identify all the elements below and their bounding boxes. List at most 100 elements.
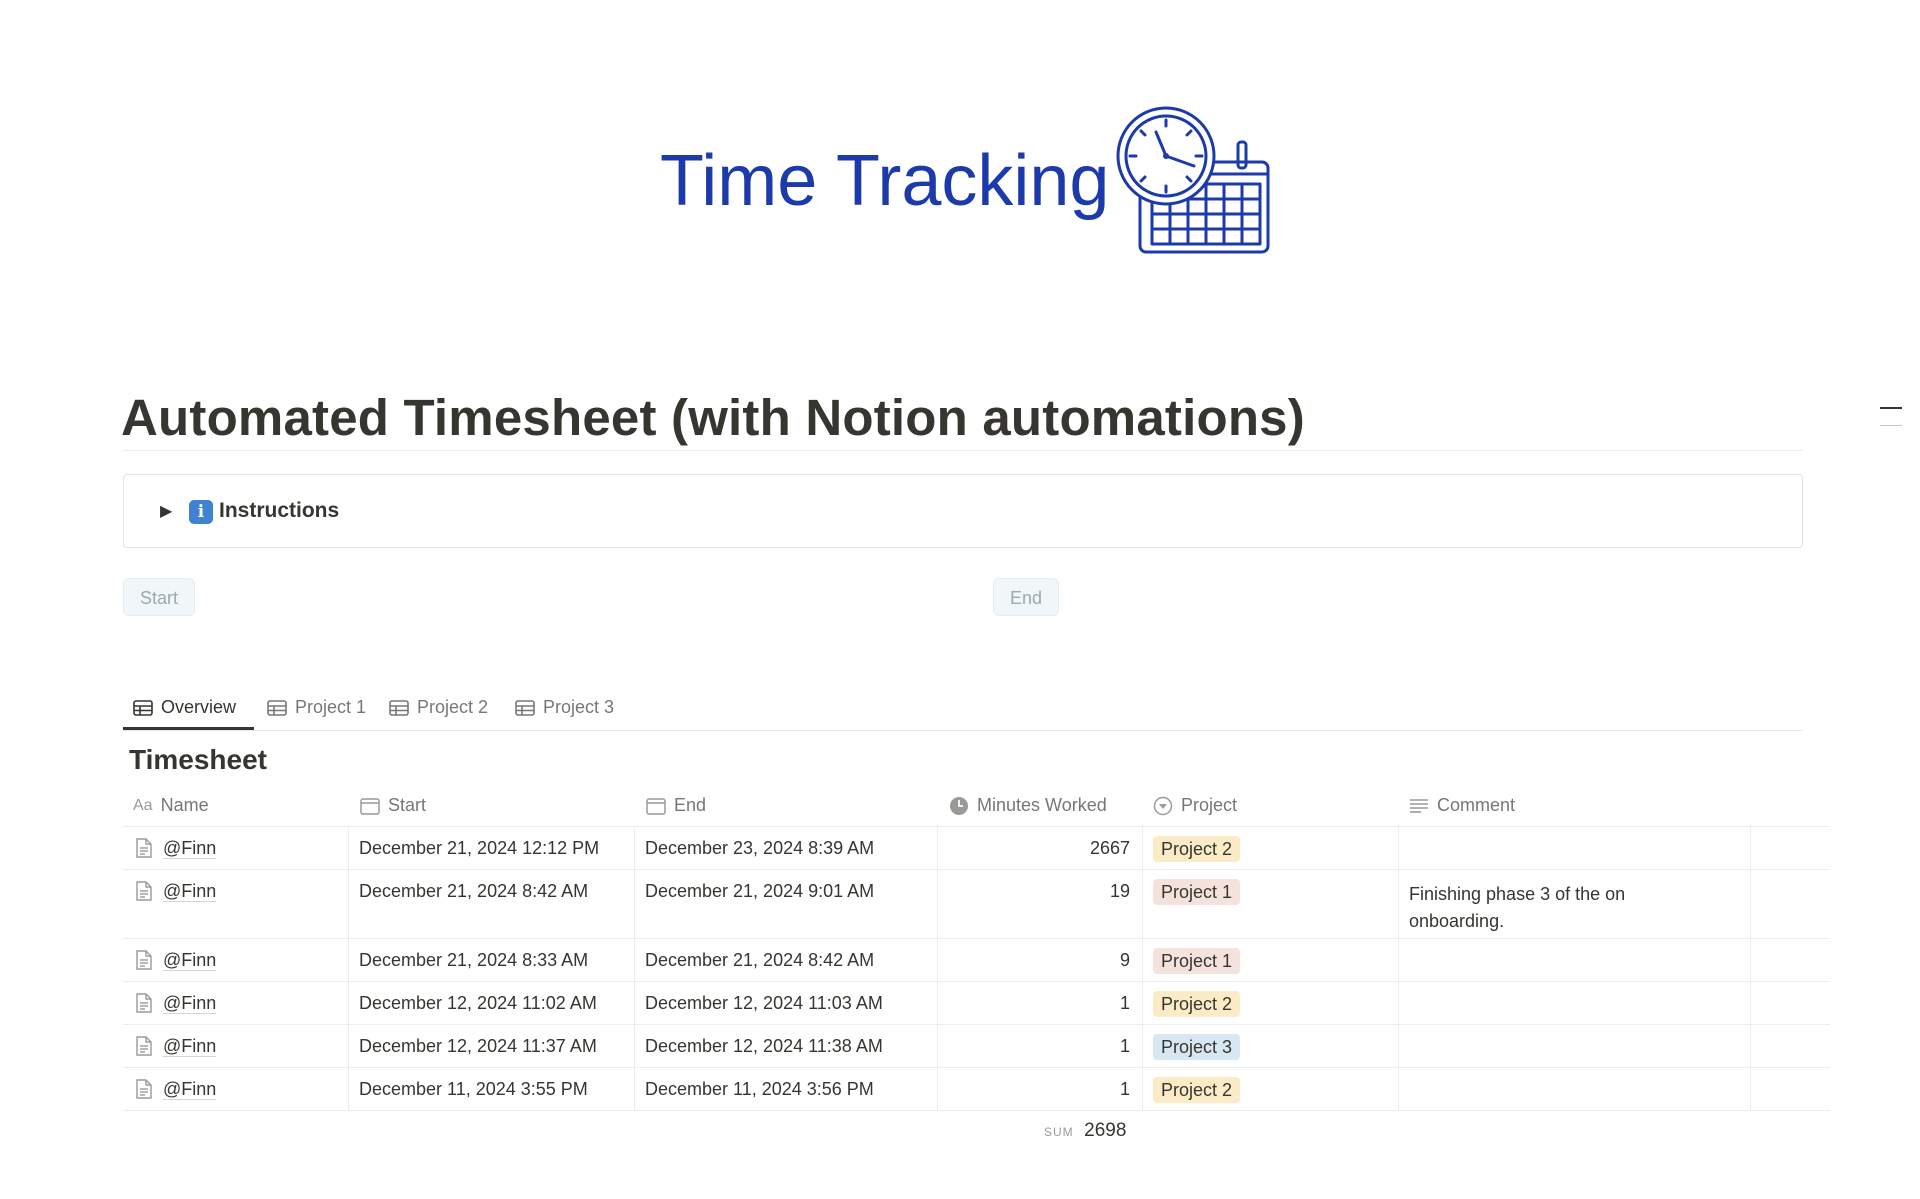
cell-name[interactable]: @Finn [123,939,349,981]
start-date: December 12, 2024 11:02 AM [359,993,597,1013]
table-row[interactable]: @Finn December 21, 2024 8:33 AM December 2… [123,939,1830,982]
sum-footer[interactable]: SUM 2698 [1044,1120,1126,1142]
table-row[interactable]: @Finn December 21, 2024 8:42 AM December 2… [123,870,1830,939]
cell-minutes[interactable]: 1 [938,1068,1143,1110]
project-tag: Project 1 [1153,879,1241,905]
cell-name[interactable]: @Finn [123,1025,349,1067]
cell-comment[interactable] [1399,827,1751,869]
cell-comment[interactable]: Finishing phase 3 of the on onboarding. [1399,870,1751,938]
cell-extra[interactable] [1751,1068,1830,1110]
table-icon [389,699,409,716]
cell-start[interactable]: December 12, 2024 11:02 AM [349,982,635,1024]
cell-name[interactable]: @Finn [123,827,349,869]
project-tag: Project 1 [1153,948,1241,974]
cell-extra[interactable] [1751,939,1830,981]
cell-project[interactable]: Project 1 [1143,870,1399,938]
table-row[interactable]: @Finn December 12, 2024 11:37 AM December … [123,1025,1830,1068]
minutes-value: 1 [1119,1079,1130,1099]
column-header-end[interactable]: End [646,785,706,826]
start-date: December 21, 2024 12:12 PM [359,838,600,858]
cell-comment[interactable] [1399,1068,1751,1110]
cell-start[interactable]: December 21, 2024 8:42 AM [349,870,635,938]
cell-minutes[interactable]: 9 [938,939,1143,981]
cell-minutes[interactable]: 2667 [938,827,1143,869]
table-icon [267,699,287,716]
cell-minutes[interactable]: 1 [938,1025,1143,1067]
cell-extra[interactable] [1751,870,1830,938]
project-tag: Project 2 [1153,991,1241,1017]
divider [123,450,1803,451]
cell-project[interactable]: Project 1 [1143,939,1399,981]
cell-name[interactable]: @Finn [123,982,349,1024]
mention-text[interactable]: @Finn [163,881,217,902]
cell-project[interactable]: Project 2 [1143,827,1399,869]
mention-text[interactable]: @Finn [163,1036,217,1057]
start-date: December 11, 2024 3:55 PM [359,1079,588,1099]
end-button[interactable]: End [993,578,1060,616]
mention-text[interactable]: @Finn [163,838,217,859]
end-date: December 21, 2024 8:42 AM [645,950,875,970]
mention-text[interactable]: @Finn [163,950,217,971]
calendar-icon [360,797,380,815]
column-header-name[interactable]: Aa Name [133,785,209,826]
cell-minutes[interactable]: 19 [938,870,1143,938]
table-row[interactable]: @Finn December 11, 2024 3:55 PM December 1… [123,1068,1830,1111]
divider [123,730,1803,731]
cell-end[interactable]: December 12, 2024 11:03 AM [635,982,938,1024]
table-body: @Finn December 21, 2024 12:12 PM December … [123,827,1830,1111]
minutes-value: 2667 [1089,838,1130,858]
cell-comment[interactable] [1399,982,1751,1024]
instructions-toggle[interactable]: ▶ i Instructions [123,474,1803,548]
column-header-comment[interactable]: Comment [1409,785,1515,826]
cell-end[interactable]: December 11, 2024 3:56 PM [635,1068,938,1110]
tab-project-1[interactable]: Project 1 [267,686,366,729]
end-date: December 23, 2024 8:39 AM [645,838,875,858]
page-icon [135,993,153,1018]
cell-comment[interactable] [1399,939,1751,981]
cell-end[interactable]: December 21, 2024 9:01 AM [635,870,938,938]
table-row[interactable]: @Finn December 21, 2024 12:12 PM December … [123,827,1830,870]
cell-start[interactable]: December 21, 2024 8:33 AM [349,939,635,981]
cell-extra[interactable] [1751,827,1830,869]
table-header: Aa Name Start End Minutes Worked Project… [123,785,1830,827]
tab-overview[interactable]: Overview [133,686,236,729]
cell-extra[interactable] [1751,1025,1830,1067]
cell-project[interactable]: Project 2 [1143,982,1399,1024]
database-title[interactable]: Timesheet [129,744,267,776]
column-header-minutes-worked[interactable]: Minutes Worked [949,785,1107,826]
tab-project-2[interactable]: Project 2 [389,686,488,729]
cell-start[interactable]: December 11, 2024 3:55 PM [349,1068,635,1110]
project-tag: Project 2 [1153,1077,1241,1103]
project-tag: Project 3 [1153,1034,1241,1060]
table-row[interactable]: @Finn December 12, 2024 11:02 AM December … [123,982,1830,1025]
cell-project[interactable]: Project 2 [1143,1068,1399,1110]
column-header-start[interactable]: Start [360,785,426,826]
tab-project-3[interactable]: Project 3 [515,686,614,729]
start-button[interactable]: Start [123,578,196,616]
cell-extra[interactable] [1751,982,1830,1024]
mention-text[interactable]: @Finn [163,1079,217,1100]
toggle-label: Instructions [219,499,340,522]
cell-start[interactable]: December 21, 2024 12:12 PM [349,827,635,869]
end-date: December 12, 2024 11:38 AM [645,1036,883,1056]
cell-name[interactable]: @Finn [123,1068,349,1110]
clock-calendar-icon [1116,106,1270,254]
column-label: Name [160,795,209,815]
cell-end[interactable]: December 12, 2024 11:38 AM [635,1025,938,1067]
tab-label: Overview [161,697,237,717]
project-tag: Project 2 [1153,836,1241,862]
cell-minutes[interactable]: 1 [938,982,1143,1024]
column-header-project[interactable]: Project [1153,785,1237,826]
cell-project[interactable]: Project 3 [1143,1025,1399,1067]
mention-text[interactable]: @Finn [163,993,217,1014]
cell-name[interactable]: @Finn [123,870,349,938]
cell-end[interactable]: December 23, 2024 8:39 AM [635,827,938,869]
cell-end[interactable]: December 21, 2024 8:42 AM [635,939,938,981]
column-label: End [674,795,707,815]
table-of-contents-marker[interactable] [1880,407,1904,426]
cell-start[interactable]: December 12, 2024 11:37 AM [349,1025,635,1067]
cell-comment[interactable] [1399,1025,1751,1067]
table-icon [133,699,153,716]
page-title[interactable]: Automated Timesheet (with Notion automat… [121,388,1305,447]
toggle-arrow-icon[interactable]: ▶ [160,501,172,521]
